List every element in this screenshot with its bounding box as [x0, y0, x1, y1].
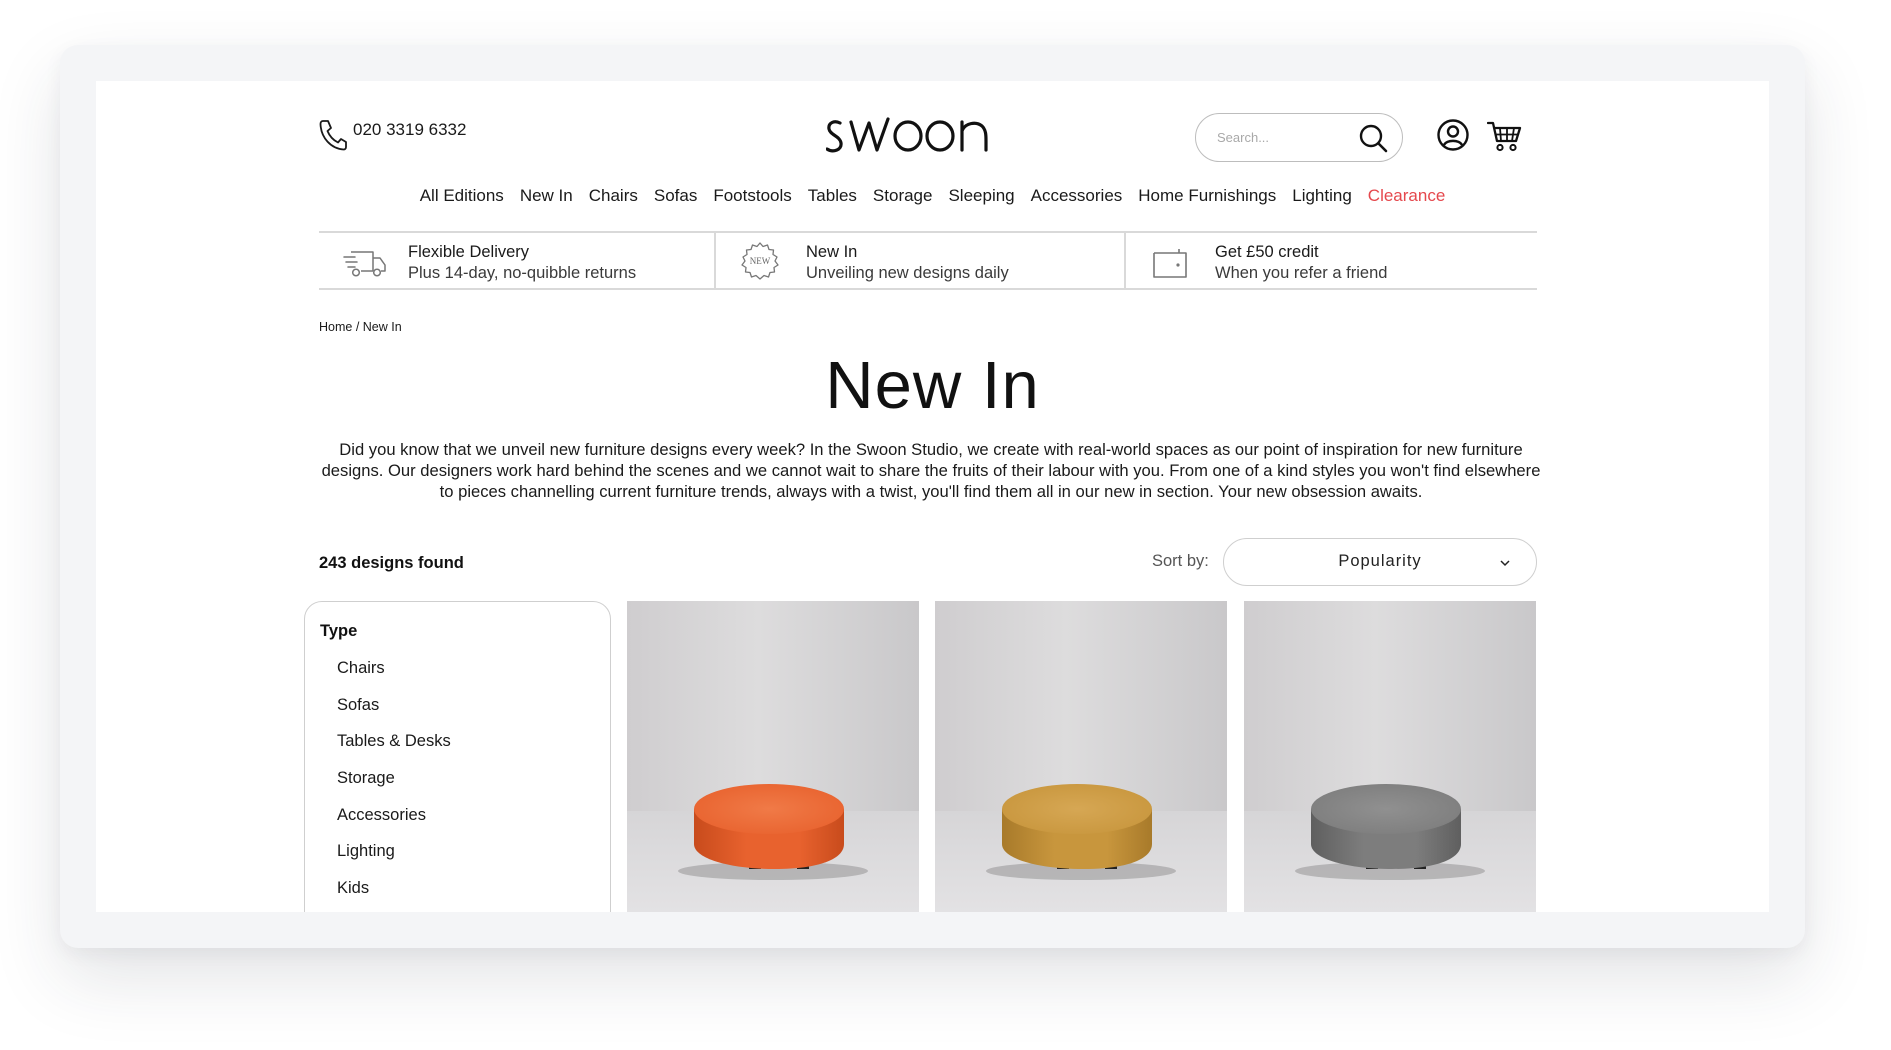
- new-badge-icon: NEW: [740, 242, 780, 282]
- breadcrumb-home[interactable]: Home: [319, 320, 352, 334]
- nav-item-accessories[interactable]: Accessories: [1023, 186, 1131, 206]
- filter-item-lighting[interactable]: Lighting: [337, 842, 451, 879]
- search-input[interactable]: [1217, 130, 1347, 145]
- breadcrumb: Home / New In: [319, 320, 402, 334]
- chevron-down-icon: [1500, 560, 1510, 567]
- page-intro: Did you know that we unveil new furnitur…: [321, 440, 1541, 501]
- delivery-truck-icon: [343, 251, 386, 277]
- sort-label: Sort by:: [1152, 552, 1209, 570]
- search-icon[interactable]: [1358, 123, 1388, 153]
- filter-item-tables-desks[interactable]: Tables & Desks: [337, 732, 451, 769]
- product-image: [935, 601, 1227, 912]
- usp-delivery-title: Flexible Delivery: [408, 243, 530, 261]
- nav-item-storage[interactable]: Storage: [865, 186, 941, 206]
- phone-contact[interactable]: 020 3319 6332: [317, 117, 466, 151]
- usp-new-in-title: New In: [806, 243, 858, 261]
- nav-item-sleeping[interactable]: Sleeping: [940, 186, 1022, 206]
- filter-heading: Type: [320, 622, 358, 640]
- nav-item-new-in[interactable]: New In: [512, 186, 581, 206]
- results-count: 243 designs found: [319, 554, 464, 572]
- product-card-mustard-footstool[interactable]: [935, 601, 1227, 912]
- usp-delivery-subtitle: Plus 14-day, no-quibble returns: [408, 264, 637, 282]
- nav-item-home-furnishings[interactable]: Home Furnishings: [1130, 186, 1284, 206]
- usp-new-in[interactable]: NEW New In Unveiling new designs daily: [714, 233, 1124, 288]
- page-title: New In: [825, 348, 1040, 423]
- usp-delivery[interactable]: Flexible Delivery Plus 14-day, no-quibbl…: [319, 233, 714, 288]
- nav-item-clearance[interactable]: Clearance: [1360, 186, 1454, 206]
- filter-item-sofas[interactable]: Sofas: [337, 696, 451, 733]
- usp-bar: Flexible Delivery Plus 14-day, no-quibbl…: [319, 231, 1537, 290]
- main-nav: All Editions New In Chairs Sofas Footsto…: [96, 186, 1769, 206]
- filter-item-storage[interactable]: Storage: [337, 769, 451, 806]
- usp-new-in-subtitle: Unveiling new designs daily: [806, 264, 1009, 282]
- nav-item-all-editions[interactable]: All Editions: [412, 186, 512, 206]
- new-badge-text: NEW: [749, 256, 771, 266]
- nav-item-tables[interactable]: Tables: [800, 186, 865, 206]
- swoon-logo[interactable]: [826, 111, 998, 161]
- filter-list: Chairs Sofas Tables & Desks Storage Acce…: [337, 659, 451, 912]
- usp-referral[interactable]: Get £50 credit When you refer a friend: [1124, 233, 1537, 288]
- product-image: [1244, 601, 1536, 912]
- usp-referral-subtitle: When you refer a friend: [1215, 264, 1388, 282]
- product-card-grey-footstool[interactable]: [1244, 601, 1536, 912]
- nav-item-chairs[interactable]: Chairs: [581, 186, 646, 206]
- sort-dropdown[interactable]: Popularity: [1223, 538, 1537, 586]
- nav-item-lighting[interactable]: Lighting: [1284, 186, 1360, 206]
- search-box: [1195, 113, 1403, 162]
- filter-panel: Type Chairs Sofas Tables & Desks Storage…: [304, 601, 611, 912]
- product-card-orange-footstool[interactable]: [627, 601, 919, 912]
- phone-icon: [319, 120, 347, 151]
- filter-item-chairs[interactable]: Chairs: [337, 659, 451, 696]
- product-image: [627, 601, 919, 912]
- cart-icon[interactable]: [1487, 119, 1523, 153]
- wallet-icon: [1153, 249, 1187, 278]
- phone-number[interactable]: 020 3319 6332: [353, 120, 466, 140]
- filter-item-kids[interactable]: Kids: [337, 879, 451, 912]
- filter-item-accessories[interactable]: Accessories: [337, 806, 451, 843]
- breadcrumb-current: New In: [362, 320, 402, 334]
- breadcrumb-separator: /: [352, 320, 363, 334]
- sort-value: Popularity: [1338, 552, 1422, 570]
- usp-referral-title: Get £50 credit: [1215, 243, 1319, 261]
- nav-item-sofas[interactable]: Sofas: [646, 186, 705, 206]
- page: 020 3319 6332 Search... All Editions New…: [96, 81, 1769, 912]
- nav-item-footstools[interactable]: Footstools: [705, 186, 799, 206]
- account-icon[interactable]: [1436, 118, 1470, 152]
